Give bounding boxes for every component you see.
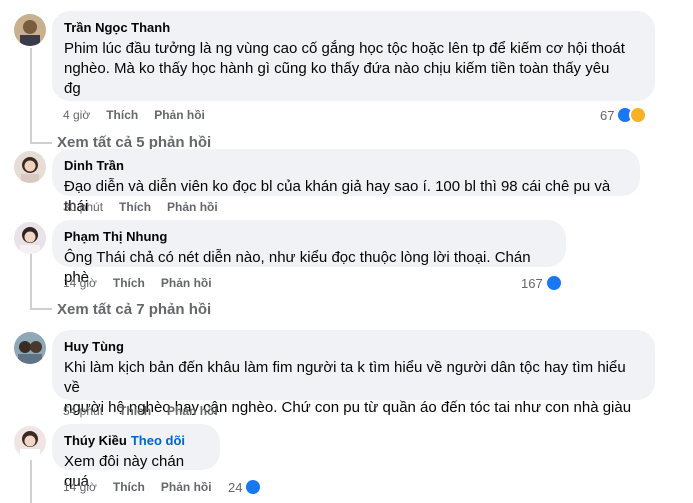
thread-line <box>30 460 32 503</box>
haha-icon <box>629 106 648 124</box>
comment-line: đg <box>64 80 81 97</box>
avatar[interactable] <box>14 151 46 183</box>
comment-actions: 14 giờ Thích Phản hồi <box>63 275 212 291</box>
comment-actions: 14 giờ Thích Phản hồi <box>63 479 212 495</box>
comment-line: nghèo. Mà ko thấy học hành gì cũng ko th… <box>64 60 610 77</box>
reaction-summary[interactable]: 24 <box>228 478 263 496</box>
comment-text: Phim lúc đầu tưởng là ng vùng cao cố gắn… <box>64 39 643 99</box>
reaction-summary[interactable]: 67 <box>600 106 648 124</box>
reply-button[interactable]: Phản hồi <box>161 275 212 291</box>
reply-button[interactable]: Phản hồi <box>161 479 212 495</box>
comment-time[interactable]: 54 phút <box>63 403 103 419</box>
avatar[interactable] <box>14 426 46 458</box>
follow-button[interactable]: Theo dõi <box>131 433 185 448</box>
comment-author[interactable]: Thúy Kiều <box>64 433 127 449</box>
comment-actions: 4 giờ Thích Phản hồi <box>63 107 205 123</box>
like-icon <box>244 478 263 496</box>
comment-bubble: Huy Tùng Khi làm kịch bản đến khâu làm f… <box>52 330 655 416</box>
comment-time[interactable]: 4 giờ <box>63 107 90 123</box>
thread-line <box>30 308 52 310</box>
like-icon <box>544 274 563 292</box>
reaction-count: 67 <box>600 107 615 123</box>
comment-time[interactable]: 14 giờ <box>63 275 97 291</box>
comment-bubble: Phạm Thị Nhung Ông Thái chả có nét diễn … <box>52 220 566 286</box>
like-button[interactable]: Thích <box>119 403 151 419</box>
reply-button[interactable]: Phản hồi <box>167 199 218 215</box>
comment-actions: 54 phút Thích Phản hồi <box>63 403 218 419</box>
reaction-count: 167 <box>521 275 543 291</box>
thread-line <box>30 48 32 144</box>
avatar[interactable] <box>14 332 46 364</box>
comment-time[interactable]: 14 giờ <box>63 479 97 495</box>
comment-bubble: Thúy Kiều Theo dõi Xem đôi này chán quá <box>52 424 220 490</box>
comment-author[interactable]: Huy Tùng <box>64 339 124 355</box>
avatar[interactable] <box>14 222 46 254</box>
comment-bubble: Dinh Trần Đạo diễn và diễn viên ko đọc b… <box>52 149 640 215</box>
like-button[interactable]: Thích <box>106 107 138 123</box>
thread-line <box>30 142 52 144</box>
like-button[interactable]: Thích <box>113 479 145 495</box>
like-button[interactable]: Thích <box>113 275 145 291</box>
thread-line <box>30 252 32 310</box>
comment-author[interactable]: Phạm Thị Nhung <box>64 229 167 245</box>
comment-actions: 30 phút Thích Phản hồi <box>63 199 218 215</box>
comment-author[interactable]: Dinh Trần <box>64 158 124 174</box>
comment-time[interactable]: 30 phút <box>63 199 103 215</box>
reply-button[interactable]: Phản hồi <box>167 403 218 419</box>
view-replies-link[interactable]: Xem tất cả 7 phản hồi <box>57 301 211 318</box>
comment-bubble: Trần Ngọc Thanh Phim lúc đầu tưởng là ng… <box>52 11 655 101</box>
avatar[interactable] <box>14 14 46 46</box>
reaction-summary[interactable]: 167 <box>521 274 563 292</box>
like-button[interactable]: Thích <box>119 199 151 215</box>
comment-line: Phim lúc đầu tưởng là ng vùng cao cố gắn… <box>64 40 625 57</box>
comment-line: Khi làm kịch bản đến khâu làm fim người … <box>64 359 626 396</box>
reply-button[interactable]: Phản hồi <box>154 107 205 123</box>
reaction-count: 24 <box>228 479 243 495</box>
comment-author[interactable]: Trần Ngọc Thanh <box>64 20 170 36</box>
